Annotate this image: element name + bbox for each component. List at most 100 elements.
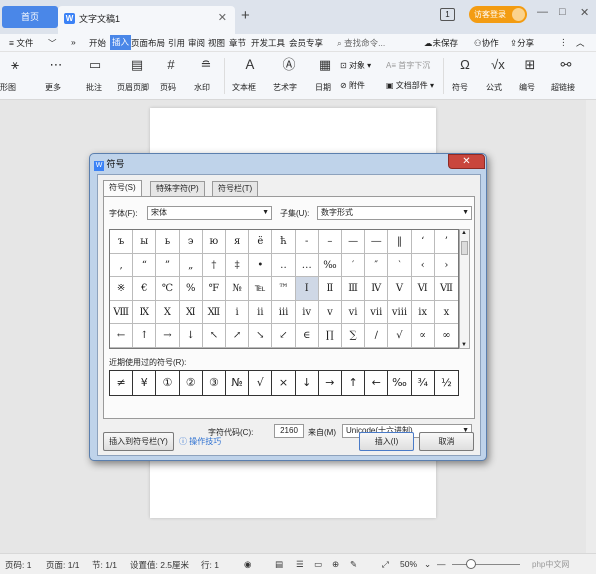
recent-symbol-cell[interactable]: ↓ [296, 371, 319, 395]
recent-symbol-cell[interactable]: × [272, 371, 296, 395]
symbol-cell[interactable]: ь [156, 230, 180, 254]
dialog-close-button[interactable]: ✕ [448, 154, 485, 169]
ribbon-comment[interactable]: 批注 [86, 82, 102, 93]
symbol-cell[interactable]: ⅰ [226, 300, 250, 325]
symbol-cell[interactable]: ⅷ [388, 300, 412, 325]
symbol-cell[interactable]: ™ [272, 277, 296, 301]
zoom-level[interactable]: 50% [400, 559, 417, 569]
symbol-cell[interactable]: † [202, 253, 226, 278]
menu-review[interactable]: 审阅 [188, 37, 205, 49]
symbol-cell[interactable]: ‥ [272, 253, 296, 278]
symbol-cell[interactable]: Ⅶ [434, 277, 458, 301]
recent-symbol-cell[interactable]: ↑ [342, 371, 366, 395]
tab-document[interactable]: W 文字文稿1 ✕ [58, 6, 235, 34]
recent-symbol-cell[interactable]: → [319, 371, 342, 395]
ribbon-date[interactable]: 日期 [315, 82, 331, 93]
symbol-icon[interactable]: Ω [456, 57, 474, 73]
symbol-cell[interactable]: № [226, 277, 250, 301]
ribbon-dropcap[interactable]: A≡ 首字下沉 [386, 60, 430, 71]
symbol-cell[interactable]: ↓ [179, 324, 203, 348]
symbol-cell[interactable]: ё [249, 230, 273, 254]
recent-symbol-cell[interactable]: ① [156, 371, 180, 395]
symbol-cell[interactable]: ↘ [249, 324, 273, 348]
numbering-icon[interactable]: ⊞ [521, 57, 539, 73]
web-view-icon[interactable]: ⊕ [332, 559, 339, 570]
insert-button[interactable]: 插入(I) [359, 432, 414, 451]
font-select[interactable]: 宋体 ▼ [147, 206, 272, 220]
symbol-cell[interactable]: Ⅹ [156, 300, 180, 325]
symbol-cell[interactable]: ∝ [411, 324, 435, 348]
symbol-cell[interactable]: ∞ [434, 324, 458, 348]
symbol-cell[interactable]: √ [388, 324, 412, 348]
symbol-cell[interactable]: ‖ [388, 230, 412, 254]
symbol-cell[interactable]: ‘ [411, 230, 435, 254]
recent-symbol-cell[interactable]: ② [180, 371, 203, 395]
symbol-cell[interactable]: ℃ [156, 277, 180, 301]
tab-home[interactable]: 首页 [2, 6, 58, 28]
symbol-cell[interactable]: “ [133, 253, 157, 278]
scroll-down-icon[interactable]: ▼ [461, 342, 467, 348]
status-row[interactable]: 行: 1 [201, 559, 219, 571]
watermark-icon[interactable]: ≘ [197, 57, 215, 73]
symbol-cell[interactable]: ↙ [272, 324, 296, 348]
comment-icon[interactable]: ▭ [86, 57, 104, 73]
formula-icon[interactable]: √x [489, 57, 507, 73]
page-number-icon[interactable]: # [162, 57, 180, 73]
scroll-up-icon[interactable]: ▲ [461, 230, 467, 236]
menu-developer[interactable]: 开发工具 [251, 37, 285, 49]
ribbon-shape-label[interactable]: 形图 [0, 82, 16, 93]
collab-button[interactable]: ⚇协作 [474, 37, 499, 49]
char-code-input[interactable]: 2160 [274, 424, 304, 438]
status-page-number[interactable]: 页码: 1 [5, 559, 31, 571]
symbol-cell[interactable]: ‰ [318, 253, 342, 278]
more-options-icon[interactable]: ⋮ [559, 37, 568, 48]
symbol-cell[interactable]: Ⅴ [388, 277, 412, 301]
ribbon-formula[interactable]: 公式 [486, 82, 502, 93]
symbol-cell[interactable]: ← [110, 324, 134, 348]
symbol-cell[interactable]: „ [179, 253, 203, 278]
ribbon-textbox[interactable]: 文本框 [232, 82, 256, 93]
symbol-cell[interactable]: ’ [434, 230, 458, 254]
ribbon-wordart[interactable]: 艺术字 [273, 82, 297, 93]
zoom-out-icon[interactable]: — [437, 559, 446, 569]
symbol-grid-scrollbar[interactable]: ▲ ▼ [459, 229, 470, 349]
symbol-cell[interactable]: ⅴ [318, 300, 342, 325]
subset-select[interactable]: 数字形式 ▼ [317, 206, 472, 220]
scroll-thumb[interactable] [461, 241, 468, 255]
menu-view[interactable]: 视图 [208, 37, 225, 49]
symbol-cell[interactable]: я [226, 230, 250, 254]
symbol-cell[interactable]: ↑ [133, 324, 157, 348]
symbol-cell[interactable]: → [156, 324, 180, 348]
ribbon-attach[interactable]: ⊘ 附件 [340, 80, 365, 91]
more-menus-icon[interactable]: » [71, 37, 76, 47]
symbol-cell[interactable]: ℉ [202, 277, 226, 301]
tab-symbol-bar[interactable]: 符号栏(T) [212, 181, 259, 196]
recent-symbol-cell[interactable]: √ [249, 371, 273, 395]
symbol-cell[interactable]: Ⅺ [179, 300, 203, 325]
ribbon-symbol[interactable]: 符号 [452, 82, 468, 93]
collapse-ribbon-icon[interactable]: ︿ [576, 37, 585, 49]
symbol-cell[interactable]: ℡ [249, 277, 273, 301]
close-window-button[interactable]: ✕ [580, 6, 589, 19]
ribbon-hyperlink[interactable]: 超链接 [551, 82, 575, 93]
symbol-cell[interactable]: ⅳ [295, 300, 319, 325]
symbol-cell[interactable]: Ⅳ [365, 277, 389, 301]
symbol-cell[interactable]: ⅱ [249, 300, 273, 325]
symbol-cell[interactable]: Ⅵ [411, 277, 435, 301]
more-icon[interactable]: ⋯ [47, 57, 65, 73]
ribbon-page-number[interactable]: 页码 [160, 82, 176, 93]
new-tab-button[interactable]: + [241, 7, 250, 24]
symbol-cell[interactable]: ↗ [226, 324, 250, 348]
ribbon-object[interactable]: ⊡ 对象 ▾ [340, 60, 371, 71]
hyperlink-icon[interactable]: ⚯ [557, 57, 575, 73]
menu-section[interactable]: 章节 [229, 37, 246, 49]
recent-symbol-cell[interactable]: № [226, 371, 250, 395]
pen-icon[interactable]: ✎ [350, 559, 357, 570]
zoom-slider-thumb[interactable] [466, 559, 476, 569]
recent-symbol-cell[interactable]: ③ [203, 371, 226, 395]
symbol-cell[interactable]: ъ [110, 230, 134, 254]
zoom-slider[interactable] [452, 564, 520, 565]
symbol-cell[interactable]: ⅵ [342, 300, 366, 325]
guest-login-button[interactable]: 访客登录 [469, 6, 527, 23]
vertical-scrollbar[interactable] [586, 100, 596, 553]
